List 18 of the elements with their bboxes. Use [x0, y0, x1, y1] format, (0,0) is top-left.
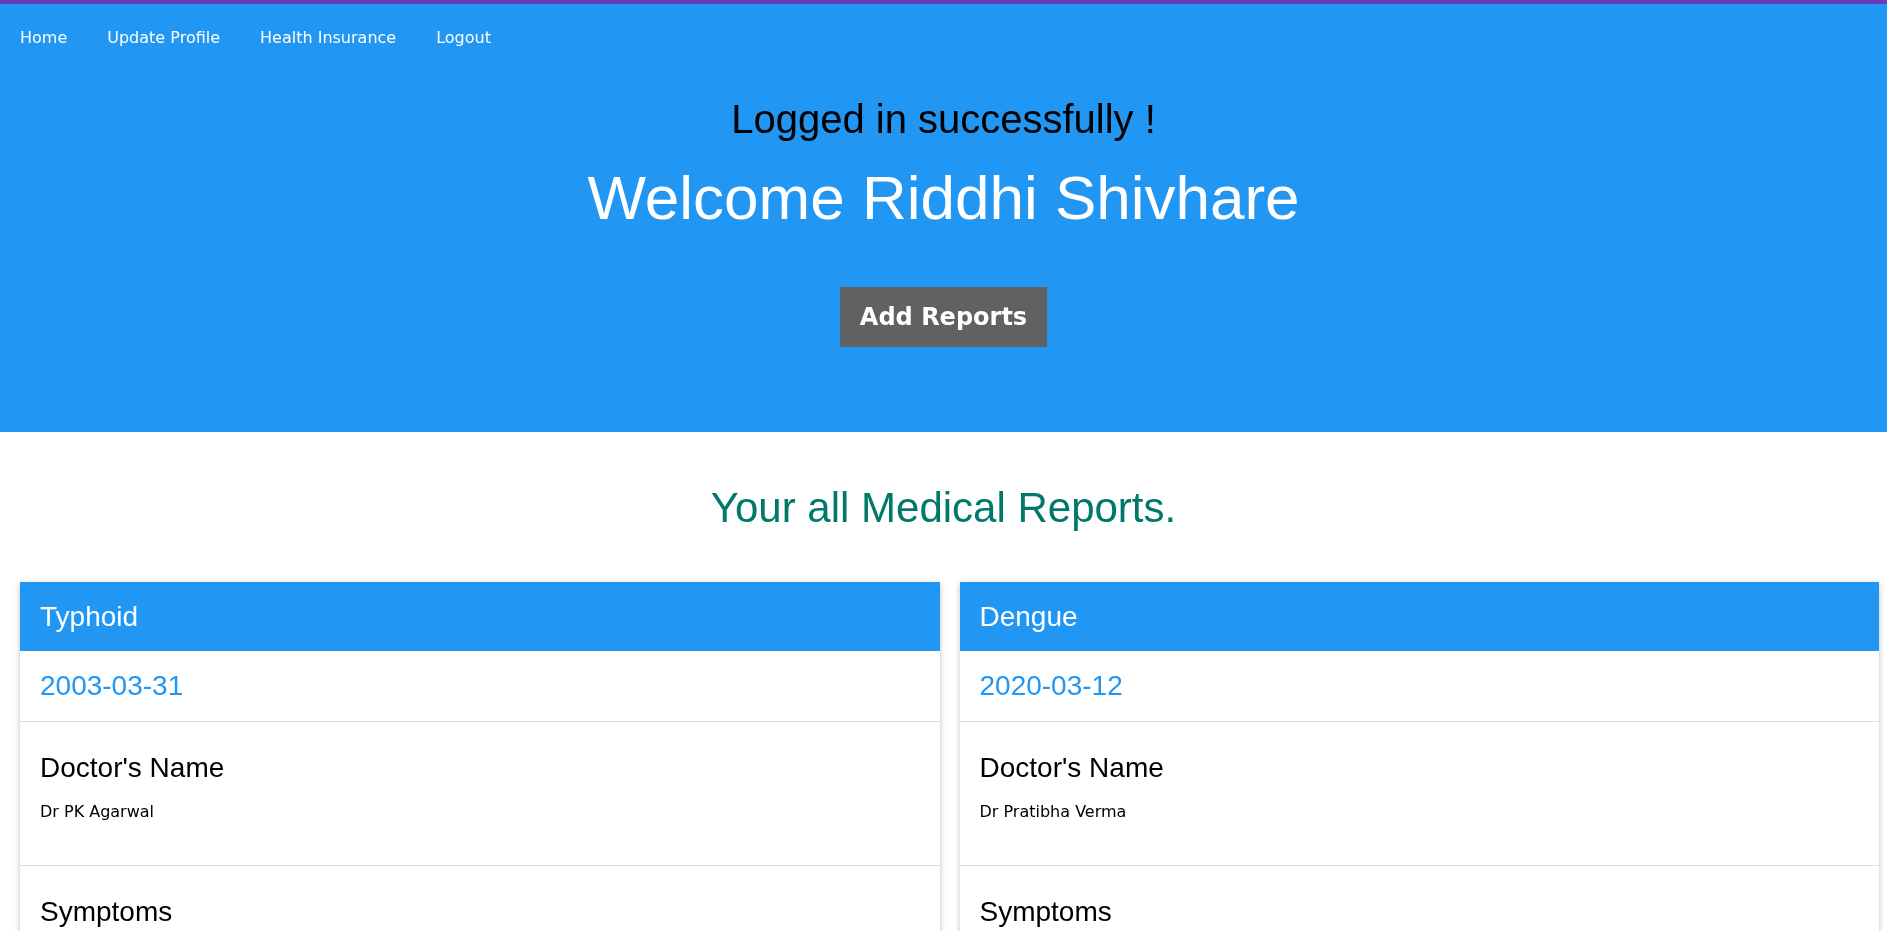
nav-link[interactable]: Home	[0, 4, 88, 61]
status-message: Logged in successfully !	[731, 97, 1156, 142]
field-label: Doctor's Name	[40, 751, 226, 784]
nav-link[interactable]: Logout	[416, 4, 511, 61]
disease-name: Typhoid	[40, 600, 139, 633]
disease-name: Dengue	[979, 600, 1078, 633]
doctor-name: Dr PK Agarwal	[40, 802, 156, 821]
section-title: Your all Medical Reports.	[709, 484, 1178, 532]
doctor-name: Dr Pratibha Verma	[979, 802, 1128, 821]
report-date: 2020-03-12	[979, 670, 1123, 702]
field-label: Symptoms	[40, 895, 174, 928]
welcome-title: Welcome Riddhi Shivhare	[587, 162, 1300, 233]
nav-link[interactable]: Health Insurance	[240, 4, 417, 61]
field-label: Doctor's Name	[979, 751, 1165, 784]
add-reports-button[interactable]: Add Reports	[839, 287, 1048, 347]
nav-link[interactable]: Update Profile	[87, 4, 241, 61]
report-date: 2003-03-31	[40, 670, 184, 702]
field-label: Symptoms	[979, 895, 1113, 928]
